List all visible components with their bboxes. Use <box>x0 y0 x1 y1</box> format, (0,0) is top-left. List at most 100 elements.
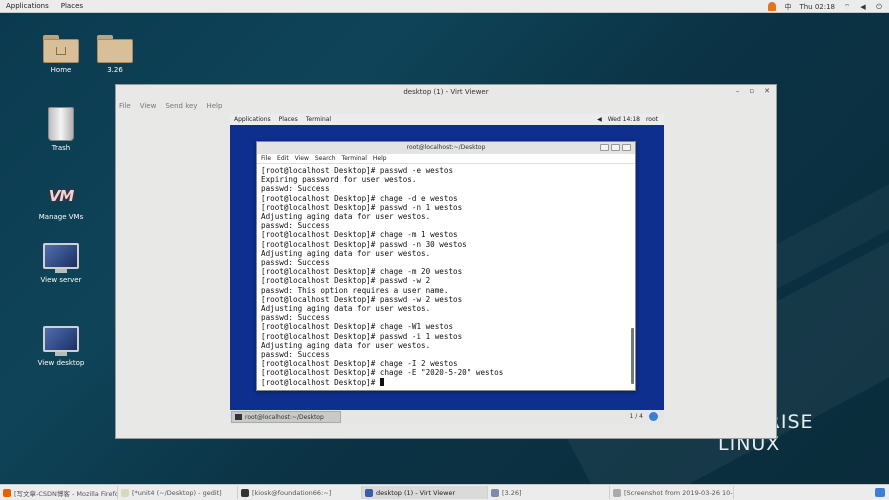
firefox-icon <box>3 488 11 497</box>
task-label: [*unit4 (~/Desktop) - gedit] <box>132 488 222 497</box>
desktop-icon-view-server[interactable]: View server <box>31 243 91 284</box>
desktop-icon-label: Manage VMs <box>38 213 84 221</box>
maximize-icon[interactable] <box>611 144 620 151</box>
user-indicator-icon[interactable] <box>768 2 777 11</box>
task-label: desktop (1) - Virt Viewer <box>376 488 456 497</box>
terminal-line: passwd: Success <box>261 258 330 268</box>
window-title: desktop (1) - Virt Viewer <box>403 88 489 96</box>
guest-terminal-menu[interactable]: Terminal <box>302 116 335 123</box>
terminal-window: root@localhost:~/Desktop File Edit View … <box>256 141 636 391</box>
desktop-icon-trash[interactable]: Trash <box>31 107 91 152</box>
terminal-line: Adjusting aging data for user westos. <box>261 212 431 222</box>
terminal-line: [root@localhost Desktop]# chage -I 2 wes… <box>261 359 458 369</box>
desktop-icon-label: Trash <box>51 144 71 152</box>
terminal-line: [root@localhost Desktop]# chage -d e wes… <box>261 193 458 203</box>
desktop-icon-manage-vms[interactable]: VM Manage VMs <box>31 181 91 221</box>
terminal-line: [root@localhost Desktop]# passwd -w 2 we… <box>261 294 463 304</box>
guest-taskbar: root@localhost:~/Desktop 1 / 4 <box>230 410 664 424</box>
input-method-indicator[interactable]: 中 <box>784 2 791 12</box>
close-icon[interactable] <box>622 144 631 151</box>
desktop-icon-label: Home <box>50 66 72 74</box>
terminal-menu-terminal[interactable]: Terminal <box>342 155 367 162</box>
terminal-line: passwd: Success <box>261 350 330 360</box>
folder-icon <box>97 35 133 63</box>
vm-logo-icon: VM <box>48 187 75 205</box>
terminal-line: [root@localhost Desktop]# passwd -e west… <box>261 166 454 175</box>
text-cursor <box>379 377 384 386</box>
task-virt-viewer[interactable]: desktop (1) - Virt Viewer <box>362 486 488 499</box>
volume-icon[interactable]: ◀ <box>859 3 867 11</box>
terminal-line: [root@localhost Desktop]# passwd -w 2 <box>261 276 431 286</box>
desktop-icon-view-desktop[interactable]: View desktop <box>31 326 91 367</box>
workspace-switcher-icon[interactable] <box>649 412 658 421</box>
maximize-icon[interactable]: ▫ <box>749 87 754 95</box>
terminal-line: passwd: Success <box>261 184 330 194</box>
guest-task-terminal[interactable]: root@localhost:~/Desktop <box>231 411 341 423</box>
terminal-titlebar[interactable]: root@localhost:~/Desktop <box>257 142 635 154</box>
terminal-line: Adjusting aging data for user westos. <box>261 340 431 350</box>
menu-view[interactable]: View <box>140 102 157 110</box>
image-icon <box>613 488 621 497</box>
task-firefox[interactable]: [写文章-CSDN博客 - Mozilla Firefox] <box>0 486 118 499</box>
desktop-icon-label: View desktop <box>37 359 85 367</box>
guest-clock[interactable]: Wed 14:18 <box>608 116 640 123</box>
guest-places-menu[interactable]: Places <box>275 116 302 123</box>
menu-help[interactable]: Help <box>206 102 222 110</box>
minimize-icon[interactable]: – <box>736 87 740 95</box>
workspace-switcher-icon[interactable] <box>875 488 885 497</box>
menu-send-key[interactable]: Send key <box>165 102 197 110</box>
menu-file[interactable]: File <box>119 102 131 110</box>
folder-icon <box>491 488 499 497</box>
terminal-prompt: [root@localhost Desktop]# <box>261 377 380 387</box>
top-bar: Applications Places 中 Thu 02:18 ⌔ ◀ ⏻ <box>0 0 889 13</box>
terminal-line: Expiring password for user westos. <box>261 175 417 185</box>
minimize-icon[interactable] <box>600 144 609 151</box>
terminal-menu-help[interactable]: Help <box>373 155 387 162</box>
terminal-icon <box>235 414 242 420</box>
terminal-line: passwd: This option requires a user name… <box>261 285 449 295</box>
guest-workspace-pager[interactable]: 1 / 4 <box>630 412 658 421</box>
guest-volume-icon[interactable]: ◀ <box>597 116 602 123</box>
task-label: [写文章-CSDN博客 - Mozilla Firefox] <box>14 489 118 498</box>
task-label: [3.26] <box>502 488 522 497</box>
terminal-menu-search[interactable]: Search <box>315 155 336 162</box>
close-icon[interactable]: ✕ <box>764 87 770 95</box>
task-screenshot[interactable]: [Screenshot from 2019-03-26 10-... <box>610 486 734 499</box>
terminal-prompt-line: [root@localhost Desktop]# <box>261 377 631 387</box>
clock[interactable]: Thu 02:18 <box>799 3 835 11</box>
guest-applications-menu[interactable]: Applications <box>230 116 275 123</box>
terminal-line: Adjusting aging data for user westos. <box>261 304 431 314</box>
power-icon[interactable]: ⏻ <box>875 3 883 11</box>
terminal-line: [root@localhost Desktop]# chage -m 20 we… <box>261 267 463 277</box>
monitor-icon <box>43 243 79 273</box>
monitor-icon <box>43 326 79 356</box>
workspace-indicator: 1 / 4 <box>629 413 643 420</box>
terminal-line: passwd: Success <box>261 313 330 323</box>
task-folder-3-26[interactable]: [3.26] <box>488 486 610 499</box>
guest-user-menu[interactable]: root <box>646 116 658 123</box>
trash-icon <box>48 107 74 141</box>
taskbar: [写文章-CSDN博客 - Mozilla Firefox] [*unit4 (… <box>0 484 889 500</box>
desktop-icon-label: View server <box>40 276 82 284</box>
wifi-icon[interactable]: ⌔ <box>843 3 851 11</box>
virt-viewer-window: desktop (1) - Virt Viewer – ▫ ✕ File Vie… <box>115 84 777 439</box>
terminal-menu-edit[interactable]: Edit <box>277 155 289 162</box>
terminal-output[interactable]: [root@localhost Desktop]# passwd -e west… <box>257 164 635 390</box>
guest-display[interactable]: Applications Places Terminal ◀ Wed 14:18… <box>230 114 664 424</box>
window-titlebar[interactable]: desktop (1) - Virt Viewer – ▫ ✕ <box>116 85 776 99</box>
terminal-menu-file[interactable]: File <box>261 155 271 162</box>
menu-bar: File View Send key Help <box>116 99 776 113</box>
applications-menu[interactable]: Applications <box>0 2 55 10</box>
desktop-icon-home[interactable]: Home <box>31 35 91 74</box>
desktop-icon-label: 3.26 <box>107 66 123 74</box>
terminal-title: root@localhost:~/Desktop <box>406 144 486 151</box>
terminal-scrollbar[interactable] <box>631 328 634 384</box>
task-terminal[interactable]: [kiosk@foundation66:~] <box>238 486 362 499</box>
terminal-menu-view[interactable]: View <box>295 155 309 162</box>
terminal-line: [root@localhost Desktop]# passwd -n 30 w… <box>261 239 467 249</box>
task-gedit[interactable]: [*unit4 (~/Desktop) - gedit] <box>118 486 238 499</box>
guest-top-bar: Applications Places Terminal ◀ Wed 14:18… <box>230 114 664 125</box>
places-menu[interactable]: Places <box>55 2 89 10</box>
task-label: [kiosk@foundation66:~] <box>252 488 332 497</box>
desktop-icon-folder-3-26[interactable]: 3.26 <box>85 35 145 74</box>
